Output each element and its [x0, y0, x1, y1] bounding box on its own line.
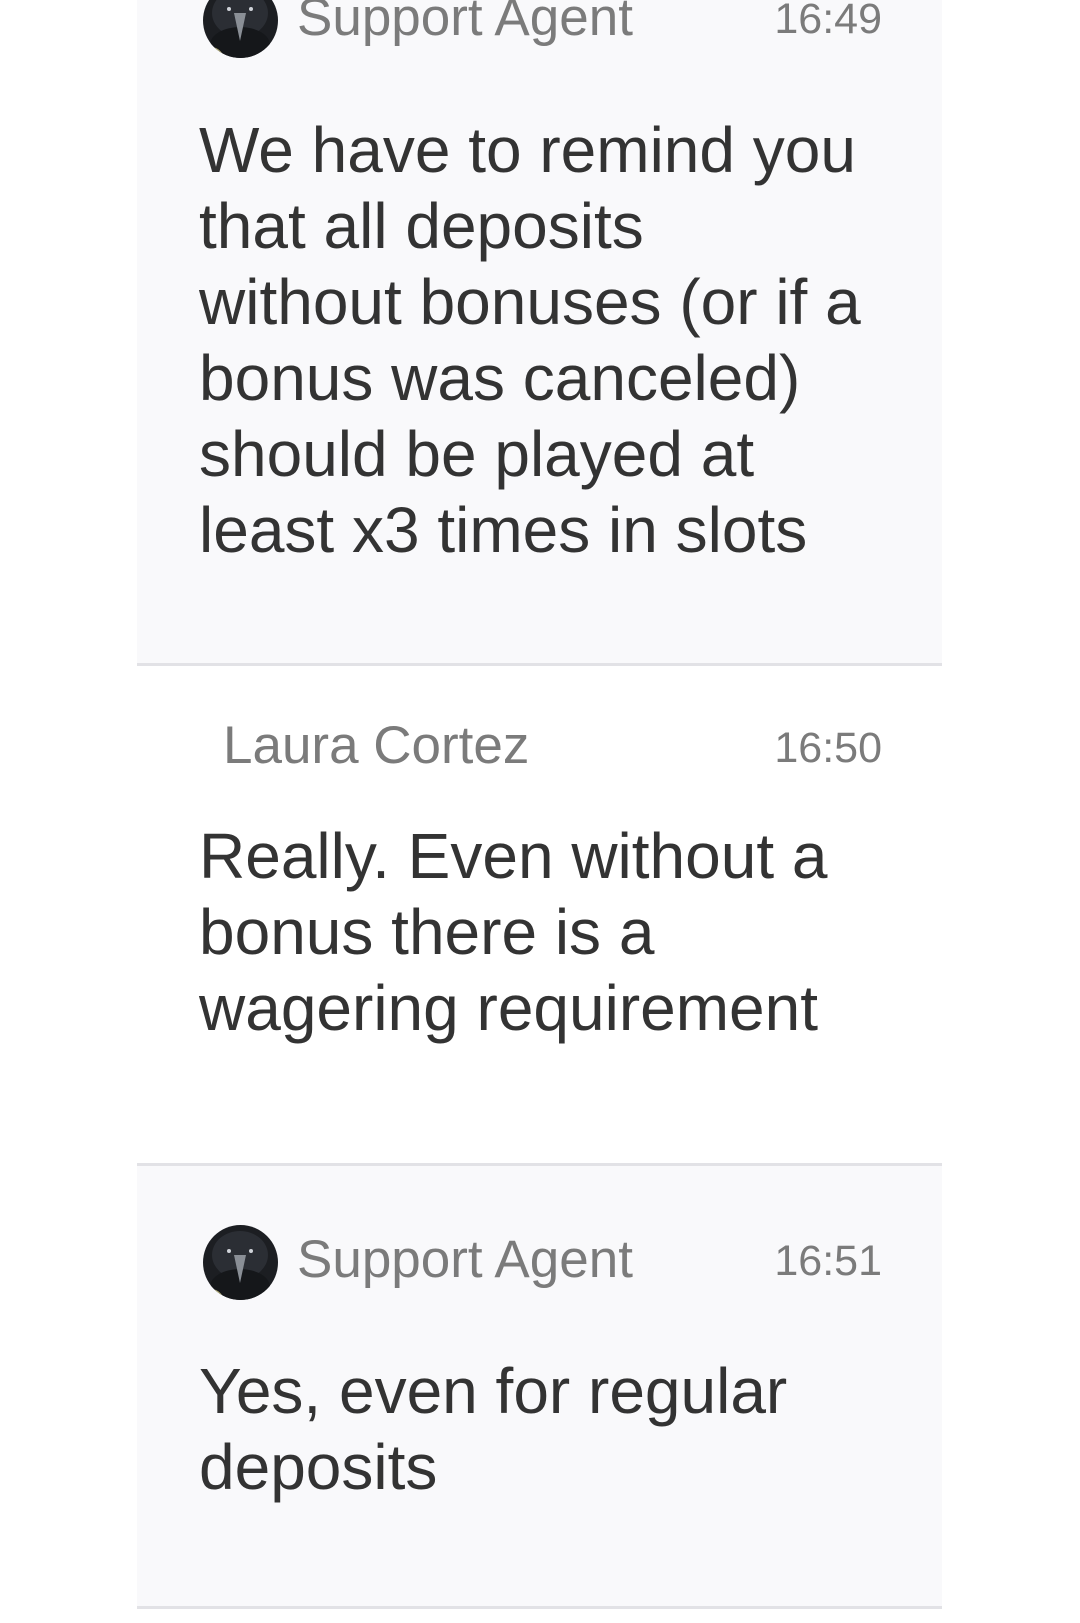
raven-avatar-icon [203, 1225, 278, 1300]
message-timestamp: 16:51 [774, 1237, 882, 1285]
message-timestamp: 16:50 [774, 724, 882, 772]
message-timestamp: 16:49 [774, 0, 882, 43]
message-text: Really. Even without a bonus there is a … [199, 820, 828, 1044]
chat-transcript: Support Agent 16:49 We have to remind yo… [137, 0, 942, 1609]
sender-name: Support Agent [297, 1230, 633, 1289]
raven-avatar-icon [203, 0, 278, 58]
sender-name: Laura Cortez [223, 716, 530, 775]
message-text: We have to remind you that all deposits … [199, 114, 861, 566]
sender-name: Support Agent [297, 0, 633, 47]
message-text: Yes, even for regular deposits [199, 1355, 788, 1503]
chat-message-agent: Support Agent 16:51 Yes, even for regula… [137, 1166, 942, 1609]
chat-message-user: Laura Cortez 16:50 Really. Even without … [137, 666, 942, 1166]
chat-message-agent: Support Agent 16:49 We have to remind yo… [137, 0, 942, 666]
